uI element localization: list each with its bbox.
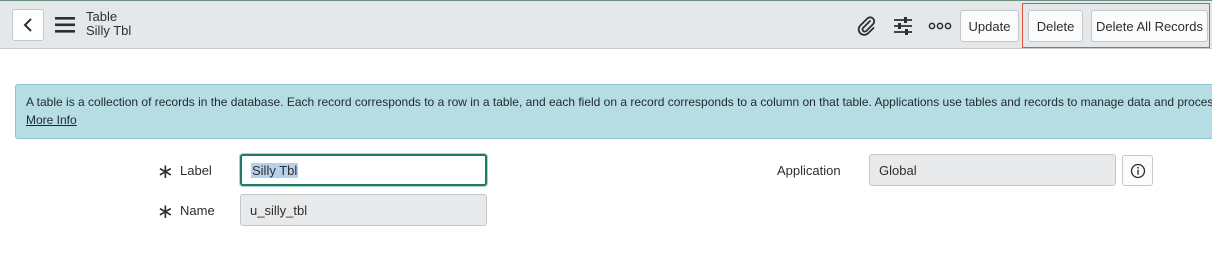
- application-field-label: Application: [777, 163, 841, 178]
- page-title: Table: [86, 9, 118, 24]
- banner-message: A table is a collection of records in th…: [26, 95, 1212, 109]
- required-asterisk-icon: ∗: [157, 161, 174, 183]
- more-options-button[interactable]: [927, 13, 953, 39]
- paperclip-icon: [857, 16, 876, 36]
- hamburger-menu-icon[interactable]: [54, 15, 76, 35]
- highlight-box: [1022, 3, 1210, 48]
- update-button[interactable]: Update: [960, 10, 1019, 42]
- info-banner: A table is a collection of records in th…: [15, 84, 1212, 139]
- more-info-link[interactable]: More Info: [26, 113, 77, 127]
- info-icon: [1130, 163, 1145, 178]
- more-options-icon: [928, 22, 952, 30]
- personalize-form-button[interactable]: [890, 13, 916, 39]
- required-asterisk-icon: ∗: [157, 201, 174, 223]
- label-input-value: Silly Tbl: [251, 162, 299, 178]
- application-info-button[interactable]: [1122, 155, 1153, 186]
- sliders-icon: [894, 17, 912, 35]
- attachment-button[interactable]: [853, 13, 879, 39]
- form-header: Table Silly Tbl Update Delete Delete All…: [0, 0, 1212, 49]
- application-input[interactable]: Global: [869, 154, 1116, 186]
- application-input-value: Global: [879, 162, 917, 178]
- chevron-left-icon: [23, 18, 32, 32]
- name-input[interactable]: u_silly_tbl: [240, 194, 487, 226]
- title-block: Table Silly Tbl: [86, 10, 131, 38]
- back-button[interactable]: [12, 9, 44, 41]
- name-field-label: Name: [180, 203, 215, 218]
- name-input-value: u_silly_tbl: [250, 202, 308, 218]
- label-input[interactable]: Silly Tbl: [240, 154, 487, 186]
- label-field-label: Label: [180, 163, 212, 178]
- record-name: Silly Tbl: [86, 23, 132, 38]
